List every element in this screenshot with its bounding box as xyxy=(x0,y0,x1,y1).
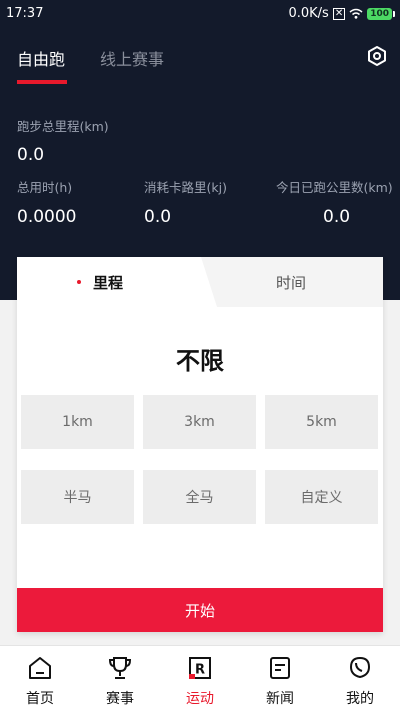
mode-tabs: 里程 时间 xyxy=(17,257,383,307)
total-distance-label: 跑步总里程(km) xyxy=(17,119,109,134)
status-bar: 17:37 0.0K/s ✕ 100 xyxy=(0,0,400,26)
calories-label: 消耗卡路里(kj) xyxy=(144,180,227,195)
today-distance-value: 0.0 xyxy=(323,207,351,227)
active-tab-indicator xyxy=(17,80,67,84)
nav-item-home[interactable]: 首页 xyxy=(0,646,80,711)
total-time-label: 总用时(h) xyxy=(17,180,73,195)
news-icon xyxy=(270,657,290,679)
tab-distance[interactable]: 里程 xyxy=(17,257,217,307)
total-time-value: 0.0000 xyxy=(17,207,77,227)
nav-item-events[interactable]: 赛事 xyxy=(80,646,160,711)
option-1km[interactable]: 1km xyxy=(21,395,134,449)
nav-label-events: 赛事 xyxy=(106,691,134,707)
wifi-icon xyxy=(349,8,363,19)
option-3km[interactable]: 3km xyxy=(143,395,256,449)
nav-label-profile: 我的 xyxy=(346,691,374,707)
bottom-nav: 首页 赛事 R 运动 新闻 我的 xyxy=(0,645,400,711)
nav-item-run[interactable]: R 运动 xyxy=(160,646,240,711)
profile-icon xyxy=(349,656,371,679)
tab-distance-label: 里程 xyxy=(93,274,124,292)
trophy-icon xyxy=(108,657,132,679)
start-button[interactable]: 开始 xyxy=(17,588,383,632)
option-half-marathon[interactable]: 半马 xyxy=(21,470,134,524)
sim-off-icon: ✕ xyxy=(332,7,346,20)
status-time: 17:37 xyxy=(6,6,44,21)
active-dot-icon xyxy=(77,280,81,284)
home-icon xyxy=(29,657,51,679)
nav-label-run: 运动 xyxy=(186,691,214,707)
nav-label-home: 首页 xyxy=(26,691,54,707)
today-distance-label: 今日已跑公里数(km) xyxy=(276,180,393,195)
option-custom[interactable]: 自定义 xyxy=(265,470,378,524)
nav-item-news[interactable]: 新闻 xyxy=(240,646,320,711)
tab-free-run[interactable]: 自由跑 xyxy=(17,46,65,70)
run-setup-card: 里程 时间 不限 1km 3km 5km 半马 全马 自定义 开始 xyxy=(17,257,383,632)
network-speed: 0.0K/s xyxy=(288,6,329,21)
tab-online-events[interactable]: 线上赛事 xyxy=(100,46,164,70)
nav-item-profile[interactable]: 我的 xyxy=(320,646,400,711)
tab-time[interactable]: 时间 xyxy=(276,272,306,293)
option-5km[interactable]: 5km xyxy=(265,395,378,449)
run-icon: R xyxy=(189,657,211,679)
svg-text:R: R xyxy=(195,663,205,678)
target-display: 不限 xyxy=(176,347,224,375)
option-full-marathon[interactable]: 全马 xyxy=(143,470,256,524)
battery-icon: 100 xyxy=(367,7,395,20)
total-distance-value: 0.0 xyxy=(17,145,45,165)
nav-label-news: 新闻 xyxy=(266,691,294,707)
header-panel: 17:37 0.0K/s ✕ 100 自由跑 线上赛事 跑步总里程(km) 0.… xyxy=(0,0,400,300)
status-indicators: 0.0K/s ✕ 100 xyxy=(288,6,395,21)
calories-value: 0.0 xyxy=(144,207,172,227)
settings-icon[interactable] xyxy=(366,45,388,67)
